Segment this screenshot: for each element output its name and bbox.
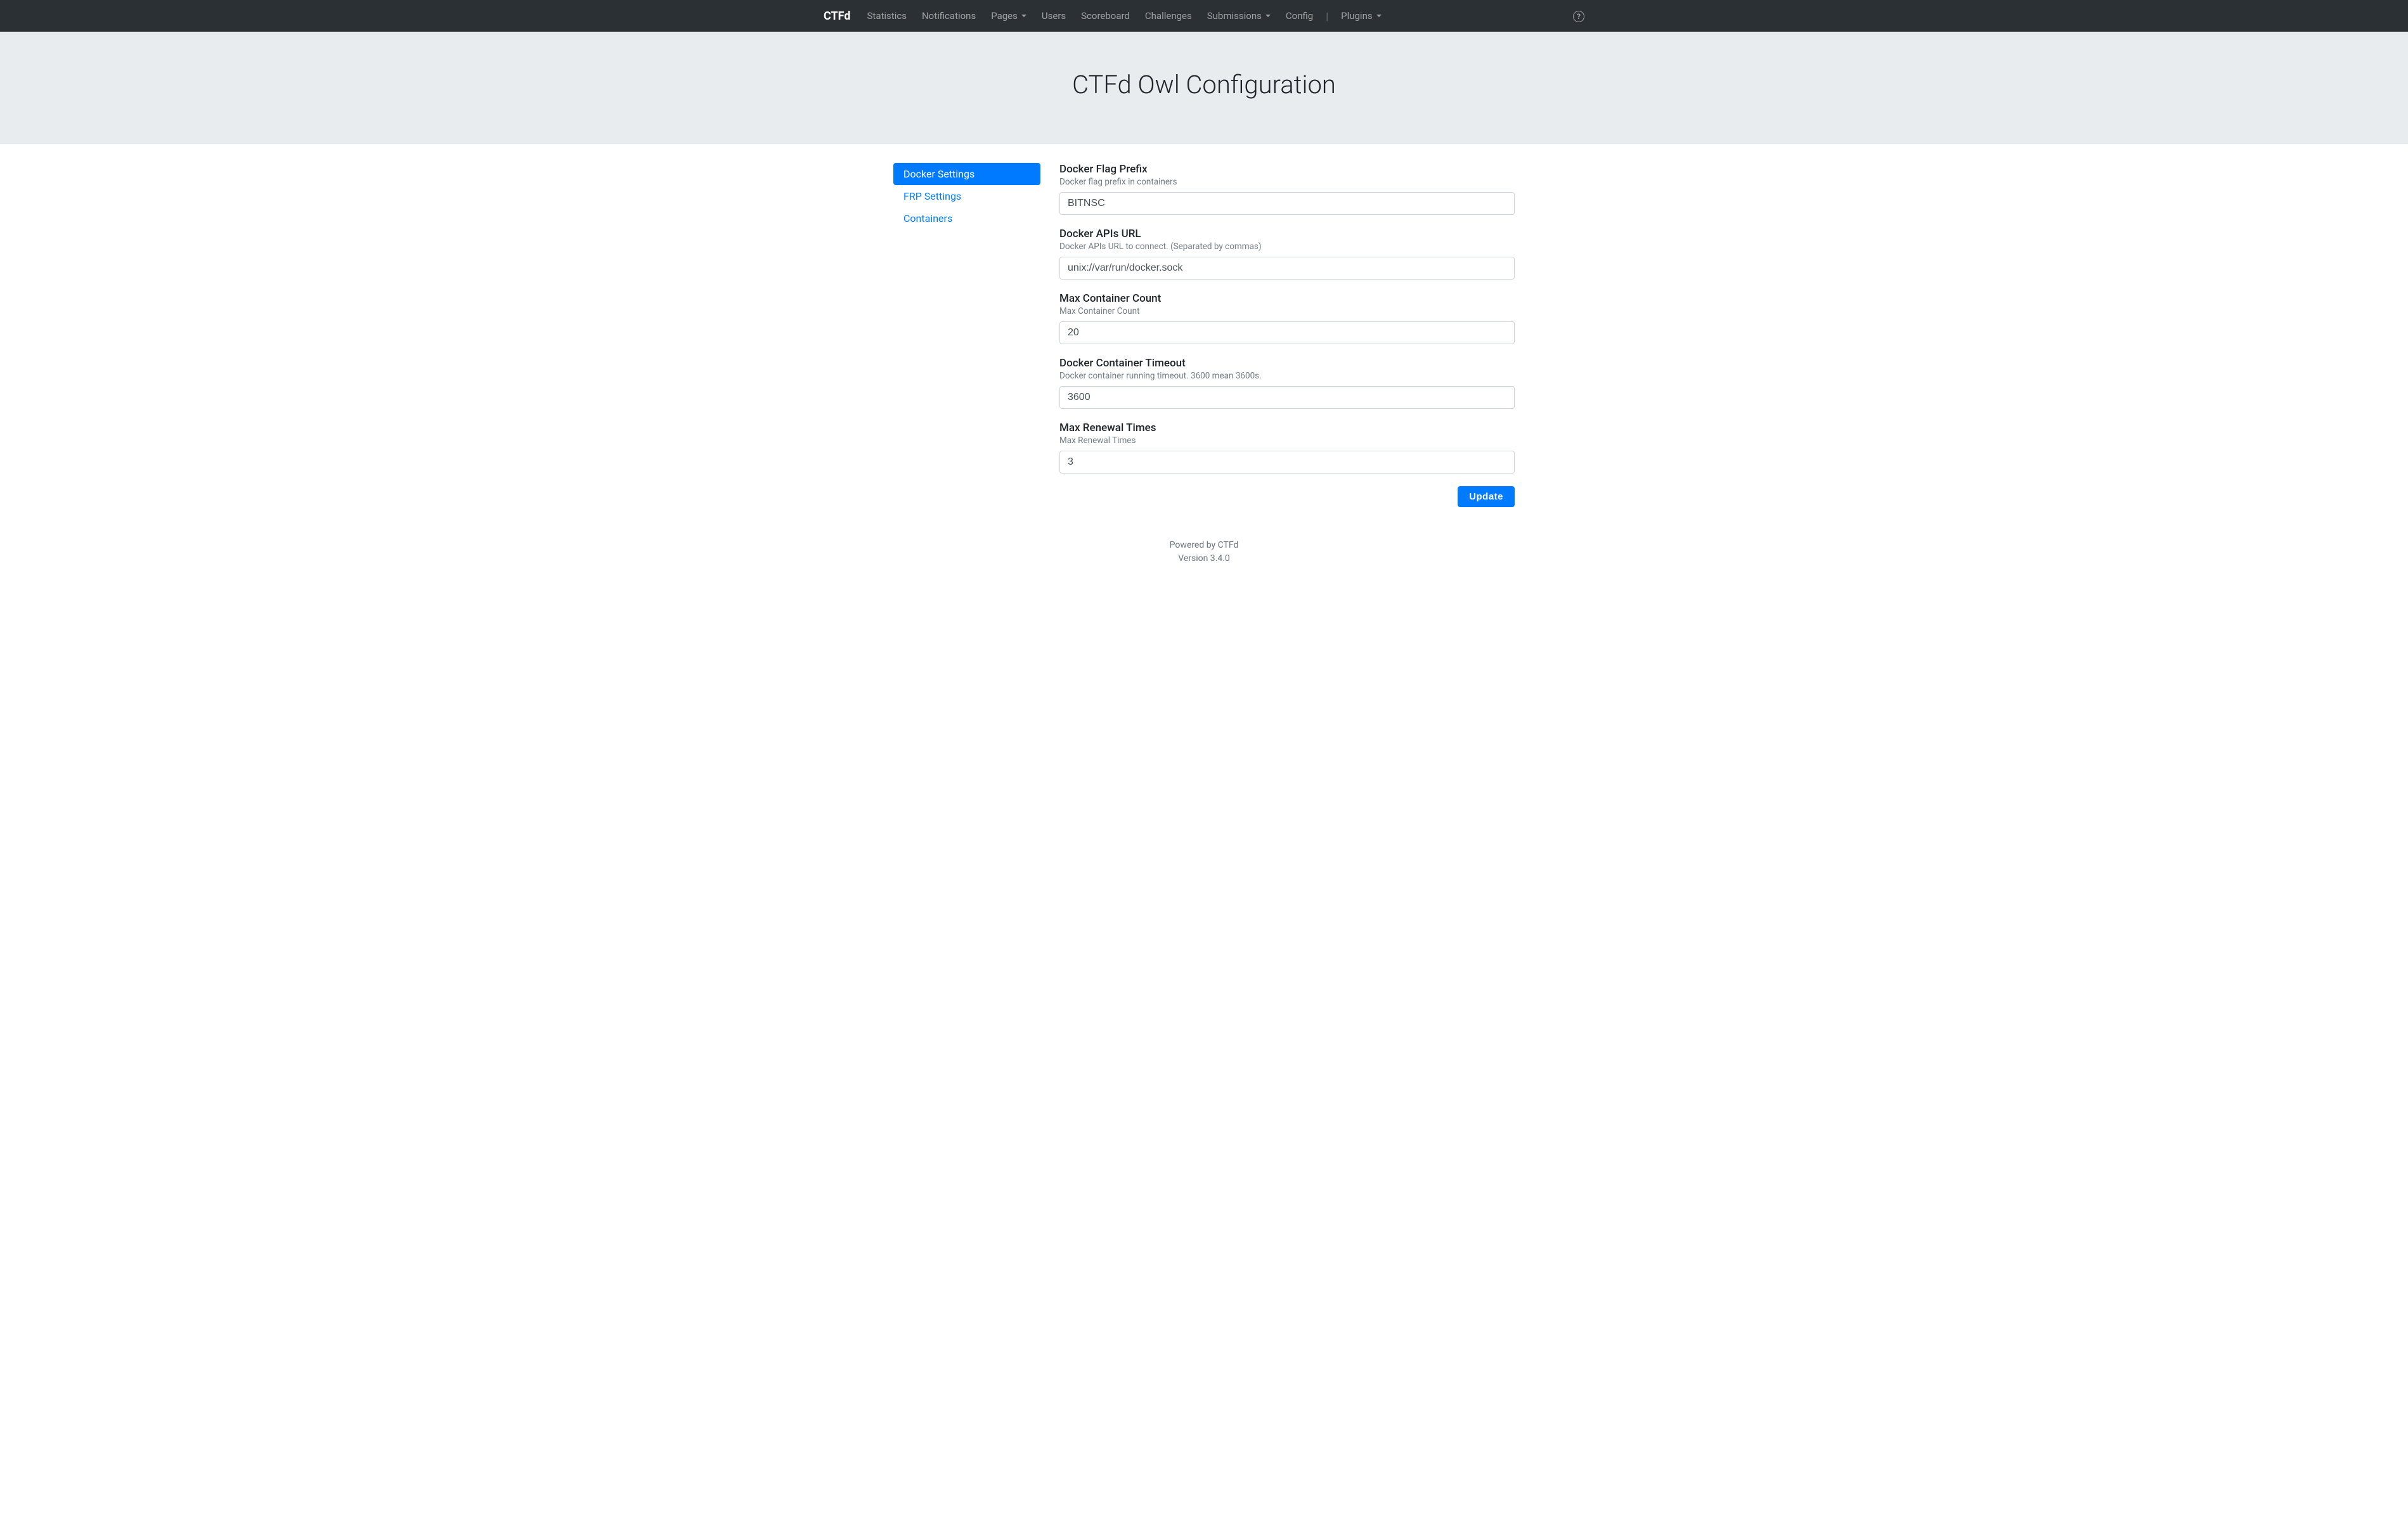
page-title: CTFd Owl Configuration: [0, 70, 2408, 100]
nav-challenges[interactable]: Challenges: [1140, 5, 1197, 27]
caret-down-icon: [1376, 15, 1382, 17]
label-max-renewal-times: Max Renewal Times: [1059, 422, 1515, 434]
nav-submissions-label: Submissions: [1207, 10, 1262, 22]
help-docker-container-timeout: Docker container running timeout. 3600 m…: [1059, 371, 1515, 381]
form-content: Docker Flag Prefix Docker flag prefix in…: [1059, 163, 1515, 507]
nav-pages-label: Pages: [991, 10, 1018, 22]
help-docker-flag-prefix: Docker flag prefix in containers: [1059, 177, 1515, 187]
nav-notifications[interactable]: Notifications: [917, 5, 981, 27]
caret-down-icon: [1265, 15, 1271, 17]
sidebar: Docker Settings FRP Settings Containers: [893, 163, 1040, 507]
label-docker-apis-url: Docker APIs URL: [1059, 228, 1515, 240]
sidebar-item-frp-settings[interactable]: FRP Settings: [893, 185, 1040, 207]
footer-version: Version 3.4.0: [0, 552, 2408, 565]
input-docker-flag-prefix[interactable]: [1059, 192, 1515, 215]
help-docker-apis-url: Docker APIs URL to connect. (Separated b…: [1059, 242, 1515, 252]
sidebar-item-containers[interactable]: Containers: [893, 207, 1040, 229]
help-max-container-count: Max Container Count: [1059, 306, 1515, 316]
nav-plugins[interactable]: Plugins: [1336, 5, 1386, 27]
form-group-docker-apis-url: Docker APIs URL Docker APIs URL to conne…: [1059, 228, 1515, 280]
update-button[interactable]: Update: [1458, 486, 1515, 507]
input-max-renewal-times[interactable]: [1059, 451, 1515, 474]
brand-logo[interactable]: CTFd: [824, 10, 857, 23]
label-docker-container-timeout: Docker Container Timeout: [1059, 357, 1515, 370]
nav-submissions[interactable]: Submissions: [1202, 5, 1276, 27]
form-group-docker-flag-prefix: Docker Flag Prefix Docker flag prefix in…: [1059, 163, 1515, 215]
nav-separator: |: [1323, 10, 1331, 22]
page-header: CTFd Owl Configuration: [0, 32, 2408, 144]
nav-pages[interactable]: Pages: [986, 5, 1032, 27]
nav-config[interactable]: Config: [1281, 5, 1318, 27]
form-group-max-container-count: Max Container Count Max Container Count: [1059, 292, 1515, 344]
input-docker-apis-url[interactable]: [1059, 257, 1515, 280]
caret-down-icon: [1021, 15, 1026, 17]
nav-statistics[interactable]: Statistics: [862, 5, 912, 27]
nav-users[interactable]: Users: [1037, 5, 1071, 27]
input-docker-container-timeout[interactable]: [1059, 386, 1515, 409]
sidebar-item-docker-settings[interactable]: Docker Settings: [893, 163, 1040, 185]
nav-plugins-label: Plugins: [1341, 10, 1372, 22]
navbar: CTFd Statistics Notifications Pages User…: [0, 0, 2408, 32]
form-group-max-renewal-times: Max Renewal Times Max Renewal Times: [1059, 422, 1515, 474]
footer: Powered by CTFd Version 3.4.0: [0, 532, 2408, 584]
footer-powered-link[interactable]: Powered by CTFd: [1170, 540, 1239, 550]
label-max-container-count: Max Container Count: [1059, 292, 1515, 305]
input-max-container-count[interactable]: [1059, 321, 1515, 344]
label-docker-flag-prefix: Docker Flag Prefix: [1059, 163, 1515, 176]
form-group-docker-container-timeout: Docker Container Timeout Docker containe…: [1059, 357, 1515, 409]
nav-scoreboard[interactable]: Scoreboard: [1076, 5, 1135, 27]
help-link[interactable]: ?: [1573, 10, 1584, 22]
help-icon: ?: [1573, 11, 1584, 22]
help-max-renewal-times: Max Renewal Times: [1059, 435, 1515, 446]
